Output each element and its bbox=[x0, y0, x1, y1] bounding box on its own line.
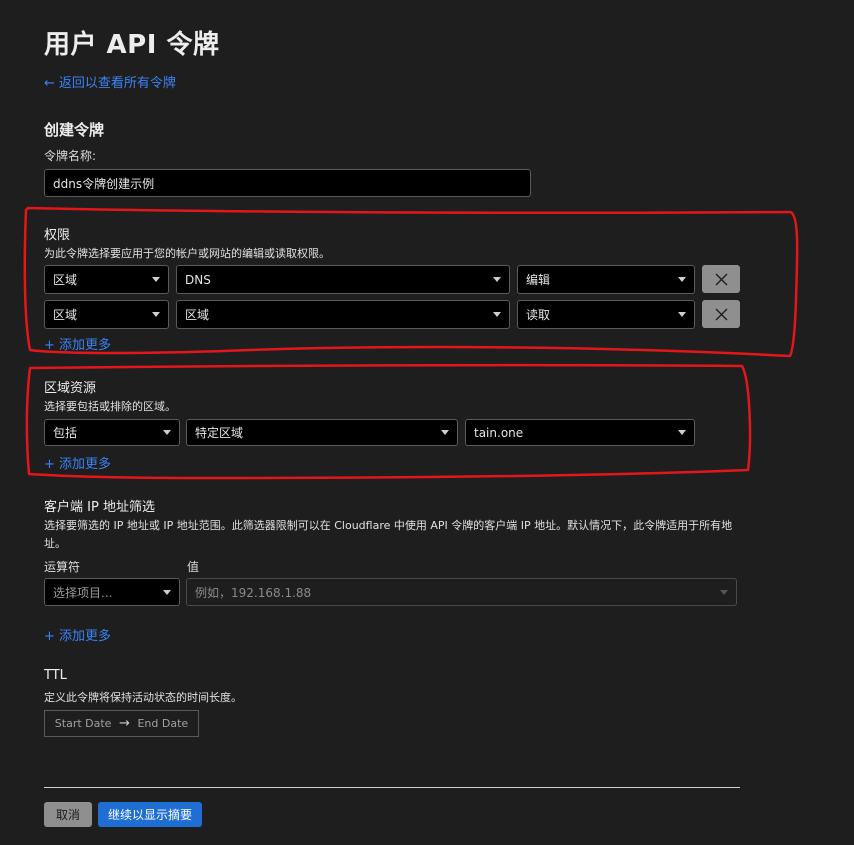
select-placeholder: 例如，192.168.1.88 bbox=[195, 585, 312, 600]
select-value: 区域 bbox=[185, 308, 210, 322]
select-value: 读取 bbox=[526, 308, 551, 322]
permission-access-select-1[interactable]: 编辑 bbox=[517, 265, 695, 294]
select-value: DNS bbox=[185, 272, 211, 287]
permission-resource-select-2[interactable]: 区域 bbox=[176, 300, 510, 329]
chevron-down-icon bbox=[441, 430, 449, 435]
ip-filter-description: 选择要筛选的 IP 地址或 IP 地址范围。此筛选器限制可以在 Cloudfla… bbox=[44, 519, 733, 550]
zone-resources-title: 区域资源 bbox=[44, 381, 97, 396]
operator-select[interactable]: 选择项目... bbox=[44, 578, 180, 606]
chevron-down-icon bbox=[493, 312, 501, 317]
zone-resources-description: 选择要包括或排除的区域。 bbox=[44, 400, 176, 413]
back-link-label: 返回以查看所有令牌 bbox=[58, 76, 176, 91]
permission-access-select-2[interactable]: 读取 bbox=[517, 300, 695, 329]
permissions-title: 权限 bbox=[44, 228, 71, 243]
page-title: 用户 API 令牌 bbox=[44, 30, 220, 60]
permission-scope-select-1[interactable]: 区域 bbox=[44, 265, 169, 294]
chevron-down-icon bbox=[152, 312, 160, 317]
ttl-date-range[interactable]: Start Date → End Date bbox=[44, 710, 199, 737]
value-label: 值 bbox=[187, 560, 200, 574]
chevron-down-icon bbox=[493, 277, 501, 282]
ttl-title: TTL bbox=[44, 668, 67, 683]
arrow-right-icon: → bbox=[119, 716, 130, 731]
continue-button[interactable]: 继续以显示摘要 bbox=[98, 802, 202, 827]
chevron-down-icon bbox=[163, 430, 171, 435]
zone-include-select[interactable]: 包括 bbox=[44, 419, 180, 446]
chevron-down-icon bbox=[152, 277, 160, 282]
back-link[interactable]: ← 返回以查看所有令牌 bbox=[44, 72, 176, 91]
chevron-down-icon bbox=[678, 277, 686, 282]
ip-filter-title: 客户端 IP 地址筛选 bbox=[44, 500, 155, 515]
select-value: 区域 bbox=[53, 308, 78, 322]
add-zone-resource-link[interactable]: + 添加更多 bbox=[44, 453, 111, 472]
select-value: 特定区域 bbox=[195, 426, 244, 440]
add-permission-link[interactable]: + 添加更多 bbox=[44, 334, 111, 353]
arrow-left-icon: ← bbox=[44, 76, 55, 91]
close-icon bbox=[715, 273, 727, 285]
remove-permission-button-1[interactable] bbox=[702, 265, 740, 293]
permission-scope-select-2[interactable]: 区域 bbox=[44, 300, 169, 329]
operator-label: 运算符 bbox=[44, 560, 81, 574]
ip-value-select: 例如，192.168.1.88 bbox=[186, 578, 737, 606]
select-value: 包括 bbox=[53, 426, 78, 440]
zone-select[interactable]: tain.one bbox=[465, 419, 695, 446]
close-icon bbox=[715, 308, 727, 320]
select-value: 编辑 bbox=[526, 273, 551, 287]
start-date-input[interactable]: Start Date bbox=[55, 717, 112, 730]
chevron-down-icon bbox=[678, 312, 686, 317]
select-value: tain.one bbox=[474, 425, 524, 440]
ttl-description: 定义此令牌将保持活动状态的时间长度。 bbox=[44, 691, 242, 704]
chevron-down-icon bbox=[678, 430, 686, 435]
select-value: 区域 bbox=[53, 273, 78, 287]
remove-permission-button-2[interactable] bbox=[702, 300, 740, 328]
token-name-label: 令牌名称: bbox=[44, 149, 97, 163]
permission-resource-select-1[interactable]: DNS bbox=[176, 265, 510, 294]
divider bbox=[44, 787, 740, 788]
cancel-button[interactable]: 取消 bbox=[44, 802, 92, 827]
token-name-value: ddns令牌创建示例 bbox=[53, 176, 155, 191]
section-title: 创建令牌 bbox=[44, 121, 105, 139]
token-name-input[interactable]: ddns令牌创建示例 bbox=[44, 169, 531, 197]
zone-type-select[interactable]: 特定区域 bbox=[186, 419, 458, 446]
add-ip-filter-link[interactable]: + 添加更多 bbox=[44, 625, 111, 644]
chevron-down-icon bbox=[163, 589, 171, 595]
permissions-description: 为此令牌选择要应用于您的帐户或网站的编辑或读取权限。 bbox=[44, 247, 330, 260]
chevron-down-icon bbox=[720, 589, 728, 595]
end-date-input[interactable]: End Date bbox=[137, 717, 188, 730]
select-placeholder: 选择项目... bbox=[53, 585, 113, 600]
